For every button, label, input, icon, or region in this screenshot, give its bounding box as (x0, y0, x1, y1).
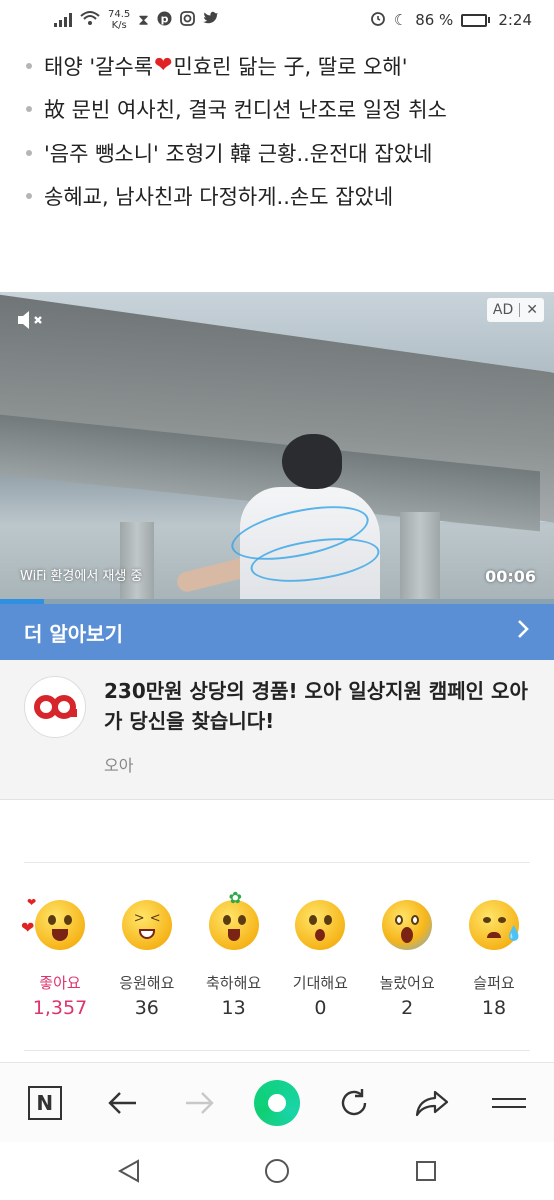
share-button[interactable] (402, 1073, 462, 1133)
divider (24, 862, 530, 863)
system-home-button[interactable] (257, 1151, 297, 1191)
forward-arrow-icon (185, 1091, 214, 1114)
reaction-expect[interactable]: 기대해요 0 (280, 900, 360, 1019)
refresh-button[interactable] (324, 1073, 384, 1133)
reaction-cheer[interactable]: > < 응원해요 36 (107, 900, 187, 1019)
hushed-face-icon (295, 900, 346, 950)
reaction-label: 축하해요 (205, 974, 262, 992)
heart-icon: ❤ (154, 53, 173, 79)
advertiser-name: 오아 (104, 756, 134, 775)
battery-percent: 86 % (415, 11, 454, 29)
reaction-label: 놀랐어요 (379, 974, 435, 992)
crying-face-icon: 💧 (468, 900, 522, 950)
system-navigation-bar (0, 1142, 554, 1200)
signal-icon (54, 13, 72, 27)
hourglass-icon: ⧗ (138, 11, 149, 29)
headline-link[interactable]: 故 문빈 여사친, 결국 컨디션 난조로 일정 취소 (0, 88, 554, 132)
system-recents-button[interactable] (406, 1151, 446, 1191)
video-ad-player[interactable]: AD ✕ WiFi 환경에서 재생 중 00:06 (0, 292, 554, 604)
reaction-label: 응원해요 (119, 974, 175, 992)
reaction-sad[interactable]: 💧 슬퍼요 18 (454, 900, 534, 1019)
menu-icon (492, 1097, 527, 1108)
back-arrow-icon (108, 1091, 137, 1114)
ad-badge: AD ✕ (486, 298, 544, 322)
learn-more-button[interactable]: 더 알아보기 (0, 604, 554, 660)
moon-icon: ☾ (393, 11, 408, 29)
reaction-label: 좋아요 (39, 974, 81, 992)
green-dot-icon (253, 1079, 300, 1126)
bullet-dot (26, 106, 32, 113)
reaction-count: 2 (401, 997, 414, 1019)
reaction-like[interactable]: ❤ ❤ 좋아요 1,357 (20, 896, 100, 1019)
back-button[interactable] (92, 1073, 152, 1133)
learn-more-label: 더 알아보기 (24, 621, 123, 646)
svg-text:p: p (160, 12, 168, 25)
reaction-count: 13 (221, 997, 246, 1019)
reaction-label: 기대해요 (292, 974, 348, 992)
video-background (400, 512, 440, 604)
headline-text-end: 민효린 닮는 子, 딸로 오해' (173, 54, 408, 79)
divider (24, 1050, 530, 1051)
headline-link[interactable]: 태양 '갈수록 ❤ 민효린 닮는 子, 딸로 오해' (0, 44, 554, 88)
ad-label: AD (492, 302, 514, 318)
reaction-count: 1,357 (32, 997, 88, 1019)
pinterest-icon: p (157, 11, 172, 30)
party-face-icon: ✿ (208, 888, 259, 950)
close-ad-button[interactable]: ✕ (520, 302, 544, 318)
triangle-back-icon (117, 1159, 139, 1183)
bullet-dot (26, 149, 32, 156)
video-person (282, 434, 342, 489)
bullet-dot (26, 62, 32, 69)
headline-text: 송혜교, 남사친과 다정하게..손도 잡았네 (44, 185, 394, 210)
chevron-right-icon (516, 618, 530, 646)
status-bar: 74.5 K/s ⧗ p ☾ 86 % 2:24 (0, 0, 554, 40)
refresh-icon (342, 1088, 367, 1115)
headline-text: '음주 뺑소니' 조형기 韓 근황..운전대 잡았네 (44, 141, 433, 166)
reaction-surprised[interactable]: 놀랐어요 2 (367, 900, 447, 1019)
circle-home-icon (265, 1159, 289, 1183)
square-recents-icon (415, 1161, 436, 1181)
wifi-playback-note: WiFi 환경에서 재생 중 (20, 569, 143, 584)
grinning-squint-face-icon: > < (121, 900, 172, 950)
n-home-icon: N (27, 1085, 62, 1120)
twitter-icon (202, 11, 219, 29)
forward-button[interactable] (170, 1073, 230, 1133)
menu-button[interactable] (479, 1073, 539, 1133)
reaction-count: 36 (134, 997, 159, 1019)
reaction-count: 0 (314, 997, 327, 1019)
headline-link[interactable]: '음주 뺑소니' 조형기 韓 근황..운전대 잡았네 (0, 131, 554, 175)
wifi-icon (80, 10, 100, 30)
reaction-congrats[interactable]: ✿ 축하해요 13 (194, 888, 274, 1019)
ad-info-card[interactable]: 230만원 상당의 경품! 오아 일상지원 캠페인 오아가 당신을 찾습니다! … (0, 660, 554, 800)
alarm-icon (370, 10, 386, 30)
clock: 2:24 (498, 11, 532, 29)
network-speed: 74.5 K/s (108, 9, 131, 31)
screaming-face-icon (382, 900, 433, 950)
video-background (120, 522, 154, 604)
home-button[interactable]: N (15, 1073, 75, 1133)
mute-icon[interactable] (16, 309, 46, 336)
related-headlines: 태양 '갈수록 ❤ 민효린 닮는 子, 딸로 오해' 故 문빈 여사친, 결국 컨… (0, 44, 554, 218)
green-dot-button[interactable] (247, 1073, 307, 1133)
battery-icon (461, 13, 491, 27)
love-face-icon: ❤ ❤ (21, 896, 85, 950)
reaction-label: 슬퍼요 (473, 974, 515, 992)
bullet-dot (26, 193, 32, 200)
reaction-bar: ❤ ❤ 좋아요 1,357 > < 응원해요 36 ✿ 축하해요 13 기대해요 … (20, 888, 534, 1019)
system-back-button[interactable] (109, 1151, 149, 1191)
reaction-count: 18 (481, 997, 507, 1019)
video-duration: 00:06 (485, 567, 536, 586)
ad-headline: 230만원 상당의 경품! 오아 일상지원 캠페인 오아가 당신을 찾습니다! (104, 679, 528, 733)
headline-text-start: 태양 '갈수록 (44, 54, 154, 79)
instagram-icon (179, 10, 195, 30)
share-icon (415, 1090, 448, 1116)
advertiser-logo (24, 676, 86, 738)
headline-text: 故 문빈 여사친, 결국 컨디션 난조로 일정 취소 (44, 98, 447, 123)
browser-toolbar: N (0, 1062, 554, 1142)
headline-link[interactable]: 송혜교, 남사친과 다정하게..손도 잡았네 (0, 175, 554, 219)
